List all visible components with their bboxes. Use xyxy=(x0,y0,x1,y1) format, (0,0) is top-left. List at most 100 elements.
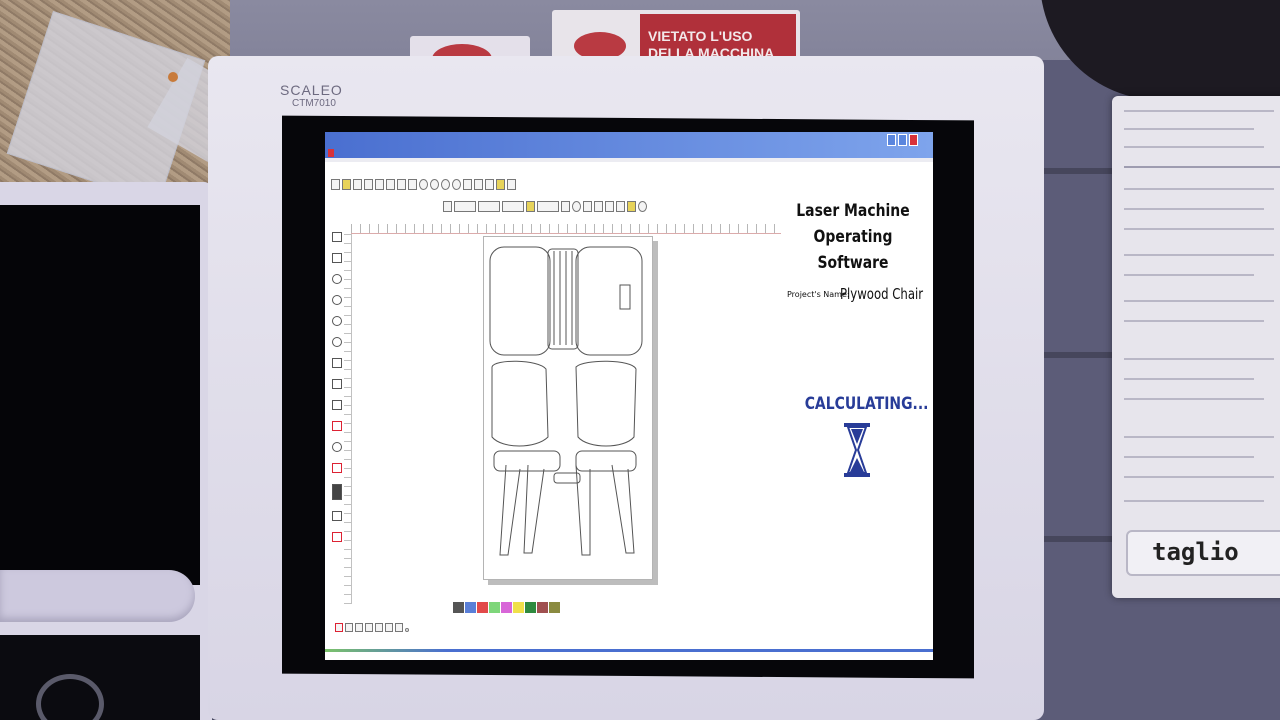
color-swatch[interactable] xyxy=(537,602,548,613)
monitor-brand: SCALEO xyxy=(280,82,343,98)
color-swatch[interactable] xyxy=(453,602,464,613)
circle-icon[interactable] xyxy=(332,274,342,284)
sheet-text-line xyxy=(1124,476,1274,478)
frame-icon[interactable] xyxy=(616,201,625,212)
drawing-canvas[interactable] xyxy=(483,236,653,580)
settings-icon[interactable] xyxy=(496,179,505,190)
align-center-icon[interactable] xyxy=(454,201,476,212)
layers-icon[interactable] xyxy=(485,179,494,190)
new-file-icon[interactable] xyxy=(331,179,340,190)
mirror-icon[interactable] xyxy=(583,201,592,212)
color-swatch[interactable] xyxy=(549,602,560,613)
laser-icon[interactable] xyxy=(335,623,343,632)
status-text: CALCULATING... xyxy=(804,394,929,414)
zoom-in-icon[interactable] xyxy=(441,179,450,190)
dot-icon[interactable] xyxy=(405,628,409,632)
optical-drive xyxy=(0,570,195,622)
close-icon[interactable] xyxy=(909,134,918,146)
pc-tower-panel xyxy=(0,205,200,585)
sheet-text-line xyxy=(1124,436,1274,438)
sheet-text-line xyxy=(1124,456,1254,458)
warning-sign: VIETATO L'USO DELLA MACCHINA xyxy=(640,14,796,58)
joint-part xyxy=(553,472,581,484)
color-bar-icon[interactable] xyxy=(332,463,342,473)
backrest-part xyxy=(491,360,549,447)
ungroup-icon[interactable] xyxy=(561,201,570,212)
backrest-part xyxy=(575,360,637,447)
table-icon[interactable] xyxy=(594,201,603,212)
node-edit-icon[interactable] xyxy=(332,253,342,263)
frame-run-icon[interactable] xyxy=(395,623,403,632)
leg-part xyxy=(575,464,591,556)
monitor-model: CTM7010 xyxy=(292,98,336,109)
group-icon[interactable] xyxy=(537,201,559,212)
sheet-text-line xyxy=(1124,128,1254,130)
color-swatch[interactable] xyxy=(477,602,488,613)
align-right-icon[interactable] xyxy=(478,201,500,212)
color-palette xyxy=(453,602,560,613)
print-icon[interactable] xyxy=(364,179,373,190)
sheet-text-line xyxy=(1124,274,1254,276)
save-icon[interactable] xyxy=(353,179,362,190)
scale-icon[interactable] xyxy=(627,201,636,212)
arc-icon[interactable] xyxy=(332,295,342,305)
spiral-icon[interactable] xyxy=(332,337,342,347)
sheet-text-line xyxy=(1124,398,1264,400)
fill-icon[interactable] xyxy=(332,484,342,500)
laser-software-window: Laser Machine Operating Software Project… xyxy=(325,132,933,660)
redo-icon[interactable] xyxy=(430,179,439,190)
minimize-icon[interactable] xyxy=(887,134,896,146)
text-icon[interactable] xyxy=(332,379,342,389)
sheet-text-line xyxy=(1124,254,1274,256)
side-tag-label: taglio xyxy=(1126,530,1280,576)
align-left-icon[interactable] xyxy=(443,201,452,212)
rotate-icon[interactable] xyxy=(572,201,581,212)
cut-icon[interactable] xyxy=(386,179,395,190)
sheet-text-line xyxy=(1124,320,1264,322)
zoom-out-icon[interactable] xyxy=(452,179,461,190)
horizontal-ruler xyxy=(351,224,781,234)
list-icon[interactable] xyxy=(345,623,353,632)
highlight-icon[interactable] xyxy=(526,201,535,212)
position-icon[interactable] xyxy=(355,623,363,632)
cross-icon[interactable] xyxy=(385,623,393,632)
line-icon[interactable] xyxy=(332,421,342,431)
grid-icon[interactable] xyxy=(474,179,483,190)
app-icon xyxy=(328,149,334,157)
help-icon[interactable] xyxy=(507,179,516,190)
color-swatch[interactable] xyxy=(489,602,500,613)
project-name-value: Plywood Chair xyxy=(840,285,924,303)
sheet-text-line xyxy=(1124,358,1274,360)
color-swatch[interactable] xyxy=(501,602,512,613)
undo-icon[interactable] xyxy=(419,179,428,190)
leg-part xyxy=(611,464,635,554)
sheet-text-line xyxy=(1124,188,1274,190)
sheet-text-line xyxy=(1124,500,1264,502)
hatch-icon[interactable] xyxy=(332,532,342,542)
maximize-icon[interactable] xyxy=(898,134,907,146)
rectangle-icon[interactable] xyxy=(332,358,342,368)
info-icon[interactable] xyxy=(638,201,647,212)
distribute-icon[interactable] xyxy=(502,201,524,212)
curve-icon[interactable] xyxy=(332,442,342,452)
select-icon[interactable] xyxy=(332,232,342,242)
app-title-line1: Laser Machine xyxy=(796,201,910,221)
seat-part xyxy=(489,246,551,356)
step-icon[interactable] xyxy=(375,623,383,632)
color-swatch[interactable] xyxy=(525,602,536,613)
delete-icon[interactable] xyxy=(463,179,472,190)
export-icon[interactable] xyxy=(375,179,384,190)
align-bottom-icon[interactable] xyxy=(365,623,373,632)
color-swatch[interactable] xyxy=(513,602,524,613)
node-icon[interactable] xyxy=(605,201,614,212)
eraser-icon[interactable] xyxy=(332,511,342,521)
paste-icon[interactable] xyxy=(408,179,417,190)
open-folder-icon[interactable] xyxy=(342,179,351,190)
copy-icon[interactable] xyxy=(397,179,406,190)
drawing-tools xyxy=(330,232,344,553)
window-titlebar[interactable] xyxy=(325,132,933,158)
ellipse-icon[interactable] xyxy=(332,316,342,326)
sheet-text-line xyxy=(1124,378,1254,380)
color-swatch[interactable] xyxy=(465,602,476,613)
pen-icon[interactable] xyxy=(332,400,342,410)
